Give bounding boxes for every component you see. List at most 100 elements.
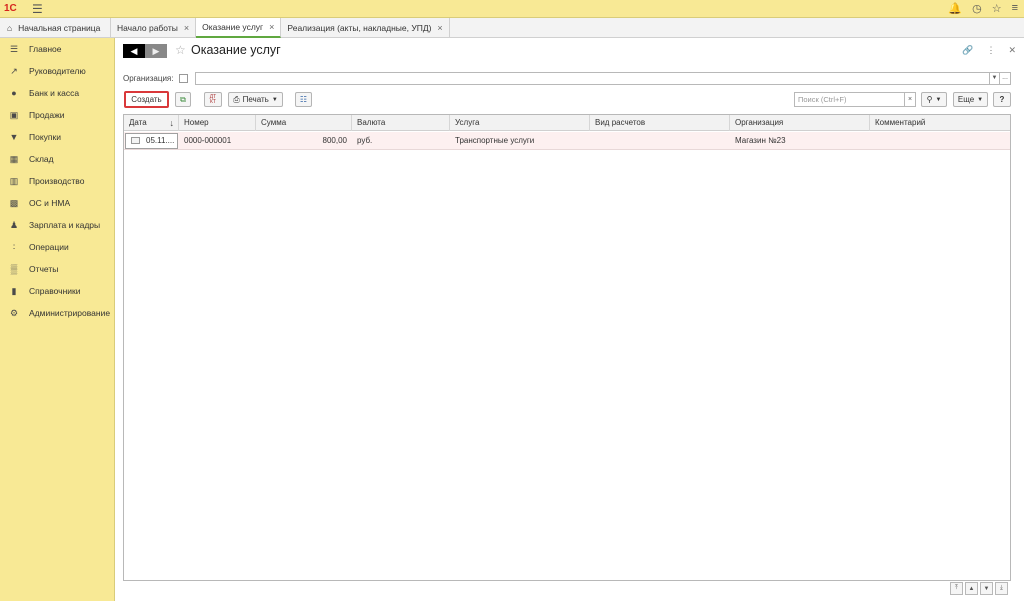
copy-icon: ⧉	[180, 94, 186, 104]
history-icon[interactable]: ◷	[972, 2, 982, 15]
sidebar-item-main[interactable]: ☰ Главное	[0, 40, 115, 58]
organization-checkbox[interactable]	[179, 74, 188, 83]
close-icon[interactable]: ×	[269, 17, 274, 37]
tab-label: Реализация (акты, накладные, УПД)	[287, 23, 432, 33]
tab-services[interactable]: Оказание услуг ×	[196, 17, 282, 38]
star-icon[interactable]: ☆	[992, 2, 1002, 15]
tab-home[interactable]: ⌂ Начальная страница	[0, 18, 111, 38]
chevron-down-icon: ▼	[977, 96, 984, 103]
link-icon[interactable]: 🔗	[962, 45, 973, 56]
search-icon: ⚲	[926, 95, 933, 104]
sidebar: ☰ Главное ↗ Руководителю ● Банк и касса …	[0, 38, 115, 601]
home-icon: ⌂	[7, 23, 13, 33]
cell-currency: руб.	[357, 136, 373, 145]
chart-icon: ▒	[10, 264, 18, 274]
sidebar-item-purchases[interactable]: ▼ Покупки	[0, 128, 115, 146]
find-button[interactable]: ⚲ ▼	[921, 92, 947, 107]
close-icon[interactable]: ×	[437, 18, 442, 38]
chevron-down-icon: ▼	[271, 96, 278, 103]
column-date[interactable]: Дата ↓	[124, 115, 179, 131]
coin-icon: ●	[11, 88, 17, 98]
clear-search-icon[interactable]: ×	[905, 92, 916, 107]
chevron-down-icon[interactable]: ▼	[990, 72, 1000, 85]
sidebar-item-sales[interactable]: ▣ Продажи	[0, 106, 115, 124]
create-button[interactable]: Создать	[124, 91, 169, 108]
scroll-down-icon[interactable]: ▼	[980, 582, 993, 595]
structure-button[interactable]: ☷	[295, 92, 312, 107]
documents-table: Дата ↓ Номер Сумма Валюта Услуга Вид рас…	[123, 114, 1011, 581]
main-content: ◀ ▶ ☆ Оказание услуг 🔗 ⋮ ✕ Организация: …	[116, 38, 1024, 601]
column-organization[interactable]: Организация	[730, 115, 870, 131]
sidebar-item-assets[interactable]: ▩ ОС и НМА	[0, 194, 115, 212]
dtkt-button[interactable]: ДТ КТ	[204, 92, 222, 107]
sidebar-item-production[interactable]: ▥ Производство	[0, 172, 115, 190]
close-icon[interactable]: ✕	[1008, 45, 1016, 56]
forward-button[interactable]: ▶	[145, 44, 167, 58]
organization-label: Организация:	[123, 74, 174, 83]
tab-label: Оказание услуг	[202, 22, 264, 32]
book-icon: ▮	[11, 285, 17, 296]
print-label: Печать	[242, 95, 269, 104]
more-vertical-icon[interactable]: ⋮	[986, 45, 995, 56]
cell-number: 0000-000001	[184, 136, 232, 145]
cell-comment	[870, 132, 1010, 150]
favorite-star-icon[interactable]: ☆	[175, 43, 186, 57]
sidebar-item-operations[interactable]: ∶ Операции	[0, 238, 115, 256]
cell-sum: 800,00	[322, 136, 347, 145]
chevron-down-icon: ▼	[935, 96, 942, 103]
copy-document-button[interactable]: ⧉	[175, 92, 191, 107]
organization-input[interactable]	[195, 72, 990, 85]
person-icon: ♟	[9, 219, 19, 230]
column-comment[interactable]: Комментарий	[870, 115, 1010, 131]
sidebar-item-warehouse[interactable]: ▦ Склад	[0, 150, 115, 168]
scroll-up-icon[interactable]: ▲	[965, 582, 978, 595]
column-calc-type[interactable]: Вид расчетов	[590, 115, 730, 131]
cell-service: Транспортные услуги	[455, 136, 535, 145]
settings-menu-icon[interactable]: ≡	[1012, 2, 1018, 15]
back-button[interactable]: ◀	[123, 44, 145, 58]
scroll-bottom-icon[interactable]: ⤓	[995, 582, 1008, 595]
gear-icon: ⚙	[9, 307, 19, 318]
column-sum[interactable]: Сумма	[256, 115, 352, 131]
more-label: Еще	[957, 95, 975, 104]
print-button[interactable]: ⎙ Печать ▼	[228, 92, 283, 107]
page-title: Оказание услуг	[191, 43, 281, 57]
structure-icon: ☷	[299, 95, 308, 104]
menu-icon[interactable]: ☰	[32, 3, 43, 15]
sidebar-item-bank[interactable]: ● Банк и касса	[0, 84, 115, 102]
top-icons: 🔔 ◷ ☆ ≡	[948, 2, 1018, 15]
close-icon[interactable]: ×	[184, 18, 189, 38]
help-button[interactable]: ?	[993, 92, 1011, 107]
column-service[interactable]: Услуга	[450, 115, 590, 131]
sidebar-item-salary[interactable]: ♟ Зарплата и кадры	[0, 216, 115, 234]
sidebar-item-reports[interactable]: ▒ Отчеты	[0, 260, 115, 278]
cell-date[interactable]: 05.11....	[125, 133, 178, 149]
tab-start[interactable]: Начало работы ×	[111, 18, 197, 38]
table-row[interactable]: 05.11.... 0000-000001 800,00 руб. Трансп…	[124, 132, 1010, 150]
nav-buttons: ◀ ▶	[123, 44, 168, 58]
printer-icon: ⎙	[233, 94, 240, 104]
tab-label: Начало работы	[117, 23, 178, 33]
sidebar-item-manager[interactable]: ↗ Руководителю	[0, 62, 115, 80]
top-bar: 1С ☰ 🔔 ◷ ☆ ≡	[0, 0, 1024, 18]
list-icon: ☰	[9, 43, 19, 54]
select-more-button[interactable]: ...	[1000, 72, 1011, 85]
more-button[interactable]: Еще ▼	[953, 92, 988, 107]
column-number[interactable]: Номер	[179, 115, 256, 131]
header-actions: 🔗 ⋮ ✕	[962, 45, 1016, 56]
sidebar-item-directories[interactable]: ▮ Справочники	[0, 282, 115, 300]
sort-down-icon: ↓	[169, 118, 175, 128]
tab-label: Начальная страница	[18, 23, 101, 33]
scroll-top-icon[interactable]: ⤒	[950, 582, 963, 595]
column-currency[interactable]: Валюта	[352, 115, 450, 131]
warehouse-icon: ▦	[9, 153, 19, 164]
cell-calc-type	[590, 132, 730, 150]
search-input[interactable]: Поиск (Ctrl+F)	[794, 92, 905, 107]
app-logo: 1С	[4, 3, 17, 14]
factory-icon: ▥	[9, 175, 19, 186]
tab-sales[interactable]: Реализация (акты, накладные, УПД) ×	[281, 18, 450, 38]
bell-icon[interactable]: 🔔	[948, 2, 962, 15]
table-header: Дата ↓ Номер Сумма Валюта Услуга Вид рас…	[124, 115, 1010, 131]
truck-icon: ▩	[9, 197, 19, 208]
sidebar-item-admin[interactable]: ⚙ Администрирование	[0, 304, 115, 322]
